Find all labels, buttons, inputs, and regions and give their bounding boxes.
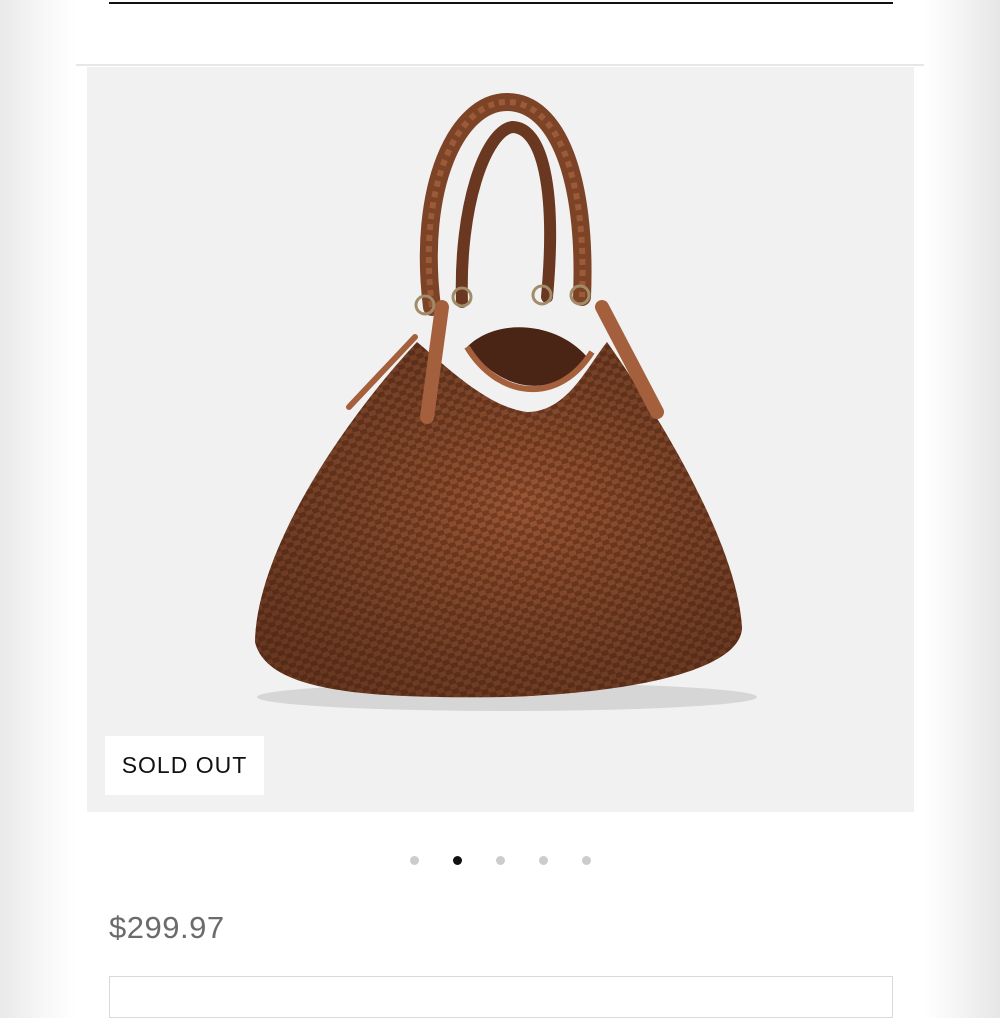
gallery-dot-active[interactable] xyxy=(452,855,462,865)
gallery-dot[interactable] xyxy=(409,855,419,865)
header-divider xyxy=(76,64,924,66)
gallery-dot[interactable] xyxy=(581,855,591,865)
handbag-image xyxy=(255,92,757,711)
product-price: $299.97 xyxy=(109,910,225,945)
gallery-dot[interactable] xyxy=(495,855,505,865)
product-page: SOLD OUT $299.97 xyxy=(76,0,924,1018)
sold-out-badge: SOLD OUT xyxy=(105,736,264,795)
gallery-pagination xyxy=(76,854,924,866)
option-select[interactable] xyxy=(109,976,893,1018)
header-underline xyxy=(109,2,893,4)
gallery-dot[interactable] xyxy=(538,855,548,865)
product-image-gallery[interactable]: SOLD OUT xyxy=(87,67,914,812)
